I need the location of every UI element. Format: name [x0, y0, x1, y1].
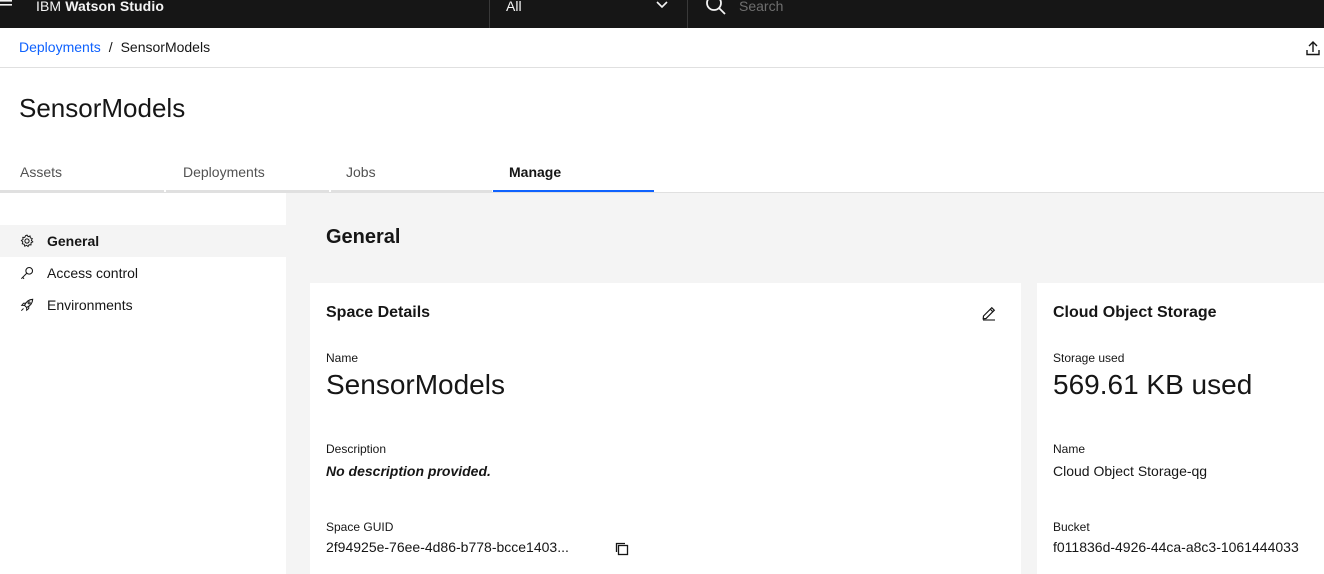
breadcrumb-separator: /	[108, 39, 113, 55]
search-icon	[706, 0, 726, 15]
storage-name-label: Name	[1053, 442, 1086, 456]
side-nav-item-access-control[interactable]: Access control	[0, 257, 286, 289]
tab-label: Manage	[509, 164, 562, 180]
key-icon	[20, 266, 34, 280]
space-name-label: Name	[326, 351, 359, 365]
upload-button[interactable]	[1306, 40, 1324, 58]
tab-label: Assets	[20, 164, 63, 180]
cloud-storage-title: Cloud Object Storage	[1053, 304, 1217, 321]
gear-icon	[20, 234, 34, 248]
copy-icon	[615, 542, 629, 556]
description-label: Description	[326, 442, 387, 456]
storage-used-label: Storage used	[1053, 351, 1125, 365]
manage-side-nav: General Access control Environments	[0, 193, 286, 574]
side-nav-label: Access control	[47, 265, 139, 281]
top-navigation-bar: IBM Watson Studio All	[0, 0, 1324, 28]
space-name-value: SensorModels	[326, 369, 505, 400]
brand-prefix: IBM	[36, 0, 62, 14]
product-name[interactable]: IBM Watson Studio	[36, 0, 164, 14]
pencil-icon	[982, 306, 996, 321]
upload-icon	[1306, 41, 1320, 56]
edit-space-details-button[interactable]	[981, 305, 997, 321]
search-scope-value: All	[506, 0, 522, 14]
page-title: SensorModels	[19, 93, 186, 123]
side-nav-item-environments[interactable]: Environments	[0, 289, 286, 321]
search-scope-dropdown[interactable]: All	[489, 0, 688, 28]
tab-manage[interactable]: Manage	[493, 160, 654, 192]
tab-label: Deployments	[183, 164, 265, 180]
brand-name: Watson Studio	[65, 0, 164, 14]
side-nav-label: Environments	[47, 297, 133, 313]
space-details-card: Space Details Name SensorModels Descript…	[310, 283, 1021, 574]
space-guid-label: Space GUID	[326, 520, 394, 534]
hamburger-menu-button[interactable]	[0, 0, 24, 28]
breadcrumb: Deployments / SensorModels	[19, 39, 210, 55]
storage-name-value: Cloud Object Storage-qg	[1053, 463, 1208, 479]
main-content: General Space Details Name SensorModels …	[286, 193, 1324, 574]
space-details-title: Space Details	[326, 304, 431, 321]
cloud-object-storage-card: Cloud Object Storage Storage used 569.61…	[1037, 283, 1324, 574]
breadcrumb-bar: Deployments / SensorModels	[0, 28, 1324, 68]
bucket-label: Bucket	[1053, 520, 1090, 534]
tab-jobs[interactable]: Jobs	[331, 160, 492, 192]
side-nav-item-general[interactable]: General	[0, 225, 286, 257]
search-input[interactable]	[739, 0, 1239, 16]
storage-used-value: 569.61 KB used	[1053, 369, 1253, 400]
breadcrumb-current: SensorModels	[120, 39, 211, 55]
tab-deployments[interactable]: Deployments	[166, 160, 329, 192]
hamburger-menu-icon	[0, 0, 12, 6]
global-search	[689, 0, 1324, 28]
chevron-down-icon	[656, 1, 668, 9]
bucket-value: f011836d-4926-44ca-a8c3-1061444033	[1053, 539, 1299, 555]
tab-label: Jobs	[346, 164, 376, 180]
tab-assets[interactable]: Assets	[0, 160, 164, 192]
breadcrumb-link-deployments[interactable]: Deployments	[19, 39, 101, 55]
space-guid-value: 2f94925e-76ee-4d86-b778-bcce1403...	[326, 539, 569, 555]
copy-guid-button[interactable]	[614, 541, 630, 557]
side-nav-label: General	[47, 233, 100, 249]
section-title: General	[326, 226, 401, 248]
tab-list: Assets Deployments Jobs Manage	[0, 160, 1324, 193]
rocket-icon	[20, 298, 34, 312]
description-value: No description provided.	[326, 463, 491, 479]
